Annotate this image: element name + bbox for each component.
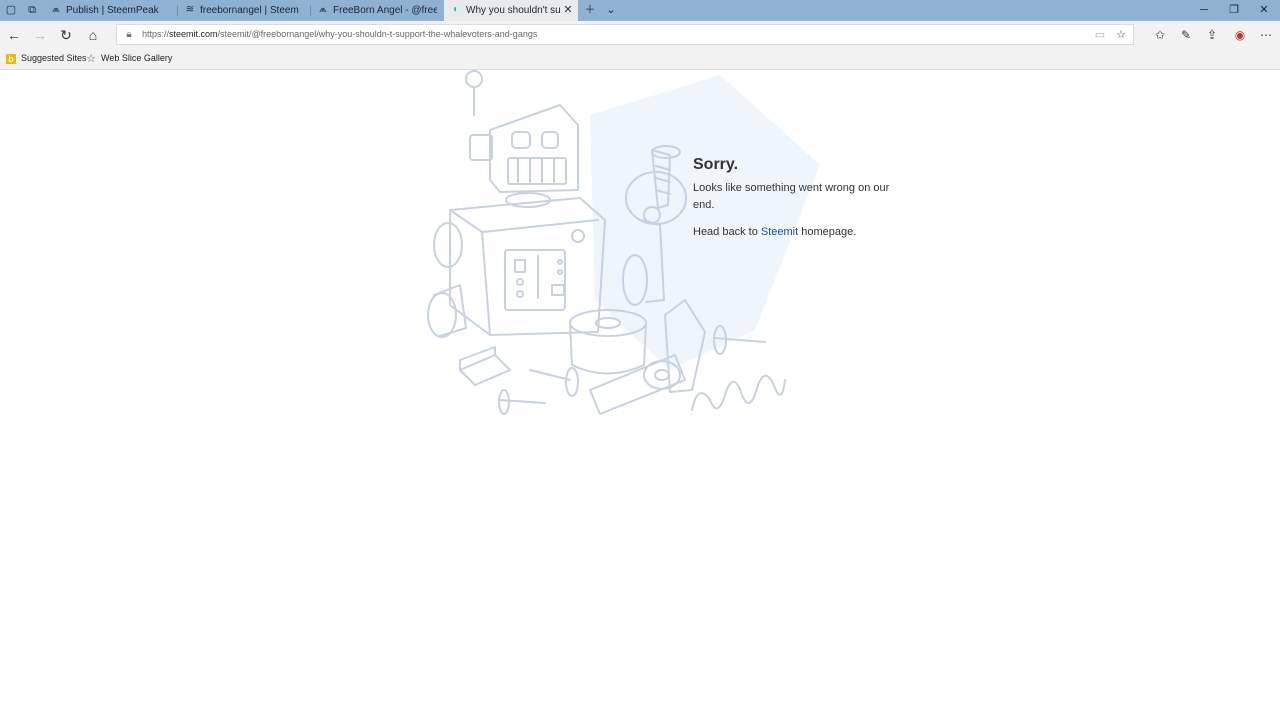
title-bar: ▢ ⧉ ⩕ Publish | SteemPeak ≋ freebornange… <box>0 0 1280 21</box>
new-tab-icon[interactable]: ＋ <box>581 2 599 18</box>
tab-freeborn-angel[interactable]: ⩕ FreeBorn Angel - @freeborn <box>311 0 443 21</box>
set-tabs-aside-icon[interactable]: ⧉ <box>25 3 39 17</box>
steempeak-icon: ⩕ <box>319 4 327 15</box>
reading-view-icon[interactable]: ▭ <box>1091 26 1109 44</box>
home-suffix-text: homepage. <box>798 226 857 238</box>
error-title: Sorry. <box>693 156 739 173</box>
favorite-label: Suggested Sites <box>21 53 87 63</box>
tab-label: freebornangel | Steem <box>200 5 299 16</box>
error-home-text: Head back to Steemit homepage. <box>693 224 893 241</box>
back-arrow-icon[interactable]: ← <box>4 25 24 45</box>
favorite-web-slice-gallery[interactable]: ☆ Web Slice Gallery <box>86 48 172 69</box>
steempeak-icon: ⩕ <box>52 4 60 15</box>
steemit-icon: ◐ <box>452 4 460 15</box>
navigation-toolbar: ← → ↻ ⌂ 🔒︎ https://steemit.com/steemit/@… <box>0 21 1280 48</box>
address-bar[interactable]: 🔒︎ https://steemit.com/steemit/@freeborn… <box>116 24 1134 45</box>
minimize-icon[interactable]: ─ <box>1188 0 1220 21</box>
tab-label: FreeBorn Angel - @freeborn <box>333 5 437 16</box>
page-content: Sorry. Looks like something went wrong o… <box>0 70 1280 720</box>
restore-icon[interactable]: ❐ <box>1218 0 1250 21</box>
favorite-star-icon[interactable]: ☆ <box>1112 26 1130 44</box>
tab-publish-steempeak[interactable]: ⩕ Publish | SteemPeak <box>44 0 176 21</box>
error-message: Looks like something went wrong on our e… <box>693 182 890 211</box>
share-icon[interactable]: ⇪ <box>1202 25 1222 45</box>
url-text[interactable]: https://steemit.com/steemit/@freebornang… <box>142 25 537 44</box>
lock-icon[interactable]: 🔒︎ <box>123 28 135 42</box>
steemit-home-link[interactable]: Steemit <box>761 226 798 238</box>
tab-preview-chevron-icon[interactable]: ⌄ <box>602 2 620 18</box>
extension-icon[interactable]: ◉ <box>1230 25 1250 45</box>
broken-robot-illustration <box>427 70 820 415</box>
error-message-box: Sorry. Looks like something went wrong o… <box>693 156 893 241</box>
web-note-pen-icon[interactable]: ✎ <box>1176 25 1196 45</box>
close-window-icon[interactable]: ✕ <box>1248 0 1280 21</box>
tab-label: Publish | SteemPeak <box>66 5 159 16</box>
refresh-icon[interactable]: ↻ <box>56 25 76 45</box>
tab-manager-icon[interactable]: ▢ <box>4 3 18 17</box>
home-prefix-text: Head back to <box>693 226 761 238</box>
star-icon: ☆ <box>86 52 96 65</box>
favorites-hub-icon[interactable]: ✩ <box>1150 25 1170 45</box>
home-icon[interactable]: ⌂ <box>83 25 103 45</box>
favorite-suggested-sites[interactable]: b Suggested Sites <box>6 48 87 69</box>
favorites-bar: b Suggested Sites ☆ Web Slice Gallery <box>0 48 1280 70</box>
tab-label: Why you shouldn't support <box>466 5 560 16</box>
tab-why-you-shouldnt-support[interactable]: ◐ Why you shouldn't support ✕ <box>444 0 578 21</box>
more-options-icon[interactable]: ⋯ <box>1256 25 1276 45</box>
favorite-label: Web Slice Gallery <box>101 53 173 63</box>
bing-icon: b <box>6 53 16 64</box>
close-tab-icon[interactable]: ✕ <box>562 0 574 21</box>
forward-arrow-icon[interactable]: → <box>30 25 50 45</box>
steem-icon: ≋ <box>185 4 195 15</box>
tab-freebornangel-steem[interactable]: ≋ freebornangel | Steem <box>178 0 310 21</box>
